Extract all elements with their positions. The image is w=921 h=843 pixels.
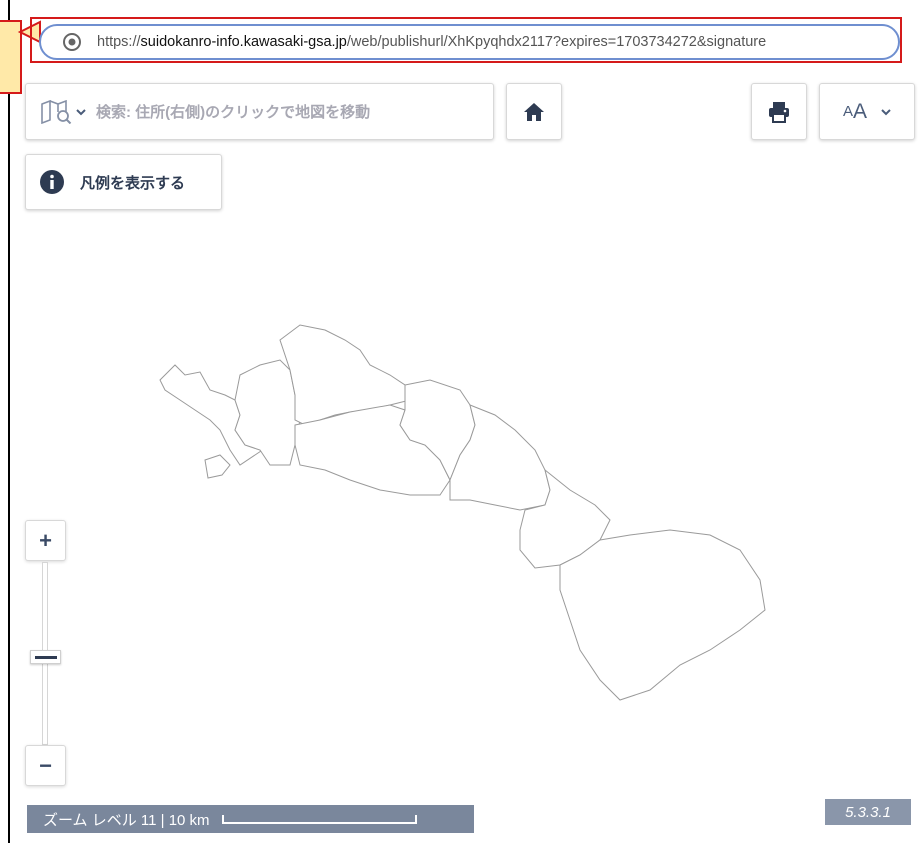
zoom-level-label: ズーム レベル 11 | 10 km [43,811,210,829]
annotation-callout [0,20,22,94]
show-legend-button[interactable]: 凡例を表示する [25,154,222,210]
home-button[interactable] [506,83,562,140]
scale-bar: ズーム レベル 11 | 10 km [27,805,474,833]
zoom-in-button[interactable]: + [25,520,66,561]
font-size-small-label: A [842,103,853,120]
search-input[interactable]: 検索: 住所(右側)のクリックで地図を移動 [96,101,370,122]
chevron-down-icon[interactable] [76,107,86,117]
font-size-big-label: A [853,99,868,123]
ward-boundaries-map[interactable] [150,320,780,710]
map-search-icon[interactable] [40,99,72,124]
zoom-out-button[interactable]: − [25,745,66,786]
url-domain: suidokanro-info.kawasaki-gsa.jp [140,34,347,50]
zoom-slider-handle[interactable] [30,650,61,664]
url-path: /web/publishurl/XhKpyqhdx2117?expires=17… [346,34,767,50]
version-badge: 5.3.3.1 [825,799,911,825]
scale-line [221,814,417,824]
chevron-down-icon [881,108,891,115]
info-icon [40,170,64,194]
zoom-handle-bar [34,655,57,659]
left-border [0,0,10,843]
legend-label: 凡例を表示する [80,174,186,192]
url-scheme: https:// [97,34,141,50]
url-text[interactable]: https://suidokanro-info.kawasaki-gsa.jp/… [97,34,867,50]
font-size-button[interactable]: A A [819,83,915,140]
site-info-icon[interactable] [55,32,89,52]
printer-icon [769,101,789,123]
address-bar[interactable]: https://suidokanro-info.kawasaki-gsa.jp/… [39,24,900,60]
print-button[interactable] [751,83,807,140]
search-panel[interactable]: 検索: 住所(右側)のクリックで地図を移動 [25,83,494,140]
home-icon [524,102,544,121]
